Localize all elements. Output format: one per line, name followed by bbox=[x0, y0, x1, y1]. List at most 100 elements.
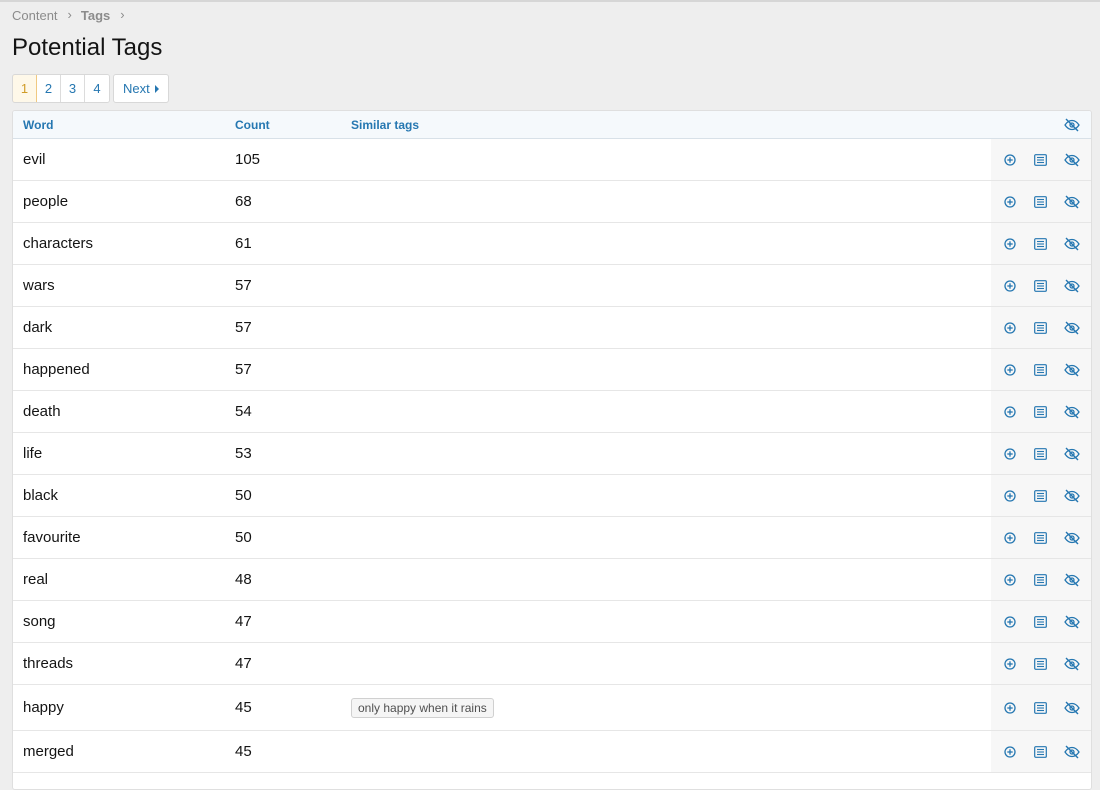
table-row: dark 57 bbox=[13, 307, 1091, 349]
breadcrumb-tags[interactable]: Tags bbox=[81, 8, 110, 23]
count-cell: 53 bbox=[235, 445, 252, 462]
plus-circle-icon[interactable] bbox=[999, 611, 1021, 633]
table-row: threads 47 bbox=[13, 643, 1091, 685]
list-icon[interactable] bbox=[1030, 275, 1052, 297]
eye-slash-icon[interactable] bbox=[1061, 275, 1083, 297]
count-cell: 50 bbox=[235, 487, 252, 504]
eye-slash-icon[interactable] bbox=[1061, 527, 1083, 549]
count-cell: 54 bbox=[235, 403, 252, 420]
header-similar-tags: Similar tags bbox=[351, 117, 420, 132]
list-icon[interactable] bbox=[1030, 359, 1052, 381]
next-page-button[interactable]: Next bbox=[113, 74, 169, 103]
word-cell: evil bbox=[23, 151, 46, 168]
eye-slash-icon[interactable] bbox=[1061, 485, 1083, 507]
count-cell: 50 bbox=[235, 529, 252, 546]
list-icon[interactable] bbox=[1030, 317, 1052, 339]
page-2-button[interactable]: 2 bbox=[37, 75, 61, 102]
table-row: favourite 50 bbox=[13, 517, 1091, 559]
eye-slash-icon[interactable] bbox=[1061, 317, 1083, 339]
list-icon[interactable] bbox=[1030, 569, 1052, 591]
chevron-right-icon: › bbox=[120, 7, 125, 22]
page-title: Potential Tags bbox=[12, 34, 163, 61]
plus-circle-icon[interactable] bbox=[999, 359, 1021, 381]
count-cell: 47 bbox=[235, 655, 252, 672]
count-cell: 68 bbox=[235, 193, 252, 210]
word-cell: real bbox=[23, 571, 49, 588]
plus-circle-icon[interactable] bbox=[999, 275, 1021, 297]
table-row: characters 61 bbox=[13, 223, 1091, 265]
breadcrumb-content[interactable]: Content bbox=[12, 8, 58, 23]
page-3-button[interactable]: 3 bbox=[61, 75, 85, 102]
table-row: happened 57 bbox=[13, 349, 1091, 391]
plus-circle-icon[interactable] bbox=[999, 697, 1021, 719]
word-cell: threads bbox=[23, 655, 74, 672]
row-actions bbox=[991, 685, 1091, 730]
eye-slash-icon[interactable] bbox=[1061, 233, 1083, 255]
count-cell: 57 bbox=[235, 361, 252, 378]
page-4-button[interactable]: 4 bbox=[85, 75, 109, 102]
eye-slash-icon[interactable] bbox=[1061, 443, 1083, 465]
similar-tag-chip[interactable]: only happy when it rains bbox=[351, 697, 494, 718]
count-cell: 45 bbox=[235, 743, 252, 760]
list-icon[interactable] bbox=[1030, 401, 1052, 423]
eye-slash-icon[interactable] bbox=[1061, 149, 1083, 171]
list-icon[interactable] bbox=[1030, 191, 1052, 213]
similar-tags-cell: only happy when it rains bbox=[341, 697, 991, 718]
row-actions bbox=[991, 349, 1091, 390]
eye-slash-icon[interactable] bbox=[1061, 114, 1083, 136]
list-icon[interactable] bbox=[1030, 443, 1052, 465]
row-actions bbox=[991, 559, 1091, 600]
plus-circle-icon[interactable] bbox=[999, 527, 1021, 549]
row-actions bbox=[991, 307, 1091, 348]
table-row: song 47 bbox=[13, 601, 1091, 643]
eye-slash-icon[interactable] bbox=[1061, 569, 1083, 591]
plus-circle-icon[interactable] bbox=[999, 401, 1021, 423]
word-cell: death bbox=[23, 403, 61, 420]
count-cell: 45 bbox=[235, 699, 252, 716]
eye-slash-icon[interactable] bbox=[1061, 191, 1083, 213]
plus-circle-icon[interactable] bbox=[999, 191, 1021, 213]
table-row: life 53 bbox=[13, 433, 1091, 475]
list-icon[interactable] bbox=[1030, 741, 1052, 763]
count-cell: 48 bbox=[235, 571, 252, 588]
list-icon[interactable] bbox=[1030, 485, 1052, 507]
table-row: evil 105 bbox=[13, 139, 1091, 181]
eye-slash-icon[interactable] bbox=[1061, 611, 1083, 633]
plus-circle-icon[interactable] bbox=[999, 653, 1021, 675]
count-cell: 57 bbox=[235, 319, 252, 336]
row-actions bbox=[991, 601, 1091, 642]
header-word[interactable]: Word bbox=[13, 118, 225, 132]
list-icon[interactable] bbox=[1030, 149, 1052, 171]
row-actions bbox=[991, 265, 1091, 306]
eye-slash-icon[interactable] bbox=[1061, 653, 1083, 675]
eye-slash-icon[interactable] bbox=[1061, 359, 1083, 381]
table-row: merged 45 bbox=[13, 731, 1091, 773]
list-icon[interactable] bbox=[1030, 233, 1052, 255]
row-actions bbox=[991, 475, 1091, 516]
eye-slash-icon[interactable] bbox=[1061, 697, 1083, 719]
plus-circle-icon[interactable] bbox=[999, 317, 1021, 339]
plus-circle-icon[interactable] bbox=[999, 569, 1021, 591]
list-icon[interactable] bbox=[1030, 611, 1052, 633]
count-cell: 105 bbox=[235, 151, 261, 168]
page-1-button[interactable]: 1 bbox=[13, 75, 37, 102]
table-row: real 48 bbox=[13, 559, 1091, 601]
plus-circle-icon[interactable] bbox=[999, 741, 1021, 763]
list-icon[interactable] bbox=[1030, 527, 1052, 549]
header-count[interactable]: Count bbox=[225, 118, 341, 132]
plus-circle-icon[interactable] bbox=[999, 233, 1021, 255]
list-icon[interactable] bbox=[1030, 697, 1052, 719]
word-cell: black bbox=[23, 487, 59, 504]
row-actions bbox=[991, 433, 1091, 474]
list-icon[interactable] bbox=[1030, 653, 1052, 675]
plus-circle-icon[interactable] bbox=[999, 443, 1021, 465]
count-cell: 47 bbox=[235, 613, 252, 630]
word-cell: people bbox=[23, 193, 69, 210]
table-row: death 54 bbox=[13, 391, 1091, 433]
table-row: happy 45 only happy when it rains bbox=[13, 685, 1091, 731]
plus-circle-icon[interactable] bbox=[999, 149, 1021, 171]
next-label: Next bbox=[123, 81, 150, 96]
eye-slash-icon[interactable] bbox=[1061, 741, 1083, 763]
eye-slash-icon[interactable] bbox=[1061, 401, 1083, 423]
plus-circle-icon[interactable] bbox=[999, 485, 1021, 507]
